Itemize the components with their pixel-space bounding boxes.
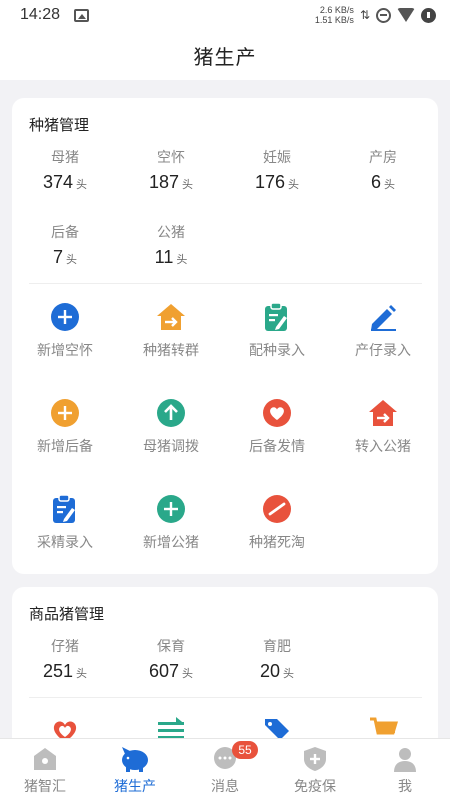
stat-nursery[interactable]: 保育 607 头 <box>118 636 224 682</box>
bottom-nav: 猪智汇 猪生产 消息 55 免疫保 我 <box>0 738 450 800</box>
stat-boars[interactable]: 公猪 11 头 <box>118 222 224 268</box>
nav-item-pig-wisdom[interactable]: 猪智汇 <box>0 739 90 800</box>
unread-badge: 55 <box>232 741 258 759</box>
transfer-to-boar-button[interactable]: 转入公猪 <box>330 398 436 456</box>
stat-reserve[interactable]: 后备 7头 <box>12 222 118 268</box>
status-time: 14:28 <box>20 6 61 23</box>
nav-item-pig-production[interactable]: 猪生产 <box>90 739 180 800</box>
arrow-up-circle-icon <box>157 399 185 427</box>
sow-allocation-button[interactable]: 母猪调拨 <box>118 398 224 456</box>
stat-empty[interactable]: 空怀 187 头 <box>118 147 224 193</box>
card-title: 种猪管理 <box>29 116 90 134</box>
stat-pregnant[interactable]: 妊娠 176 头 <box>224 147 330 193</box>
farrowing-entry-button[interactable]: 产仔录入 <box>330 302 436 360</box>
stat-sows[interactable]: 母猪 374 头 <box>12 147 118 193</box>
piggy-icon <box>122 747 148 772</box>
network-speed: 2.6 KB/s 1.51 KB/s <box>314 5 354 25</box>
add-empty-button[interactable]: 新增空怀 <box>12 302 118 360</box>
plus-circle-icon <box>157 495 185 523</box>
home-icon <box>34 748 56 770</box>
heart-circle-icon <box>263 399 291 427</box>
pencil-icon <box>371 305 396 331</box>
semen-entry-button[interactable]: 采精录入 <box>12 494 118 552</box>
nav-item-me[interactable]: 我 <box>360 739 450 800</box>
status-indicators: 2.6 KB/s 1.51 KB/s ⇅ <box>315 5 436 25</box>
page-title: 猪生产 <box>193 44 257 69</box>
stat-farrowing[interactable]: 产房 6头 <box>330 147 436 193</box>
reserve-estrus-button[interactable]: 后备发情 <box>224 398 330 456</box>
wifi-icon <box>397 8 415 22</box>
house-transfer-icon <box>369 400 397 426</box>
plus-circle-icon <box>51 303 79 331</box>
mating-entry-button[interactable]: 配种录入 <box>224 302 330 360</box>
breeding-management-card: 种猪管理 母猪 374 头 空怀 187 头 妊娠 176 头 产房 6头 后备 7头… <box>12 98 438 574</box>
battery-saver-icon <box>421 7 436 23</box>
plus-circle-icon <box>51 399 79 427</box>
divider <box>29 697 422 698</box>
user-icon <box>394 748 416 772</box>
gallery-notification-icon <box>74 8 90 22</box>
add-boar-button[interactable]: 新增公猪 <box>118 494 224 552</box>
shield-plus-icon <box>304 747 326 771</box>
do-not-disturb-icon <box>376 7 391 23</box>
house-transfer-icon <box>157 304 185 330</box>
clipboard-edit-icon <box>265 302 287 331</box>
clipboard-edit-icon <box>53 494 75 523</box>
add-reserve-button[interactable]: 新增后备 <box>12 398 118 456</box>
divider <box>29 283 422 284</box>
nav-item-messages[interactable]: 消息 55 <box>180 739 270 800</box>
app-header: 猪生产 <box>0 30 450 80</box>
data-transfer-icon: ⇅ <box>359 8 370 22</box>
card-title: 商品猪管理 <box>29 605 105 623</box>
stat-fattening[interactable]: 育肥 20 头 <box>224 636 330 682</box>
breeder-culling-button[interactable]: 种猪死淘 <box>224 494 330 552</box>
nav-item-immunity[interactable]: 免疫保 <box>270 739 360 800</box>
status-bar: 14:28 2.6 KB/s 1.51 KB/s ⇅ <box>0 0 450 30</box>
breeder-transfer-button[interactable]: 种猪转群 <box>118 302 224 360</box>
stat-piglets[interactable]: 仔猪 251 头 <box>12 636 118 682</box>
slash-circle-icon <box>263 495 291 523</box>
